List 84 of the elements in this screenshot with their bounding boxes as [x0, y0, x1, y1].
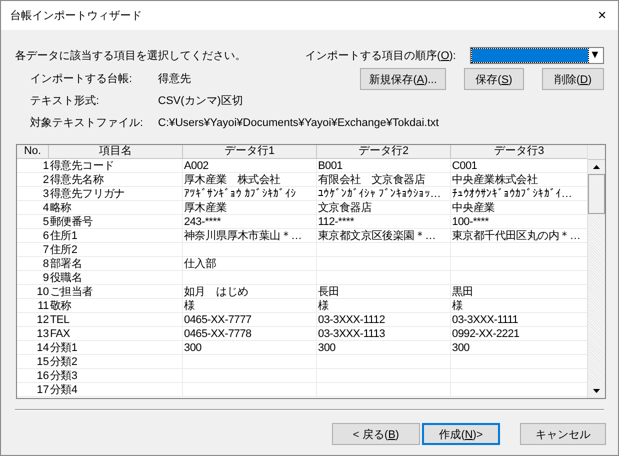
table-cell: 分類2 [49, 355, 183, 369]
table-cell: TEL [49, 313, 183, 327]
table-cell: 住所1 [49, 229, 183, 243]
row-number: 6 [17, 229, 49, 243]
table-cell: 仕入部 [183, 257, 317, 271]
order-label: インポートする項目の順序(O): [305, 48, 456, 62]
table-cell: 厚木産業 株式会社 [183, 173, 317, 187]
table-cell: 243-**** [183, 215, 317, 229]
default-button[interactable]: 作成(N)> [422, 423, 500, 445]
table-cell: 分類1 [49, 341, 183, 355]
scroll-thumb[interactable] [588, 174, 605, 214]
info-value: 得意先 [158, 72, 191, 87]
table-cell: 厚木産業 [183, 201, 317, 215]
info-value: C:¥Users¥Yayoi¥Documents¥Yayoi¥Exchange¥Tokdai.txt [158, 116, 439, 131]
order-button[interactable]: 新規保存(A)... [360, 68, 446, 90]
table-cell: 役職名 [49, 271, 183, 285]
table-cell: 部署名 [49, 257, 183, 271]
row-number: 4 [17, 201, 49, 215]
row-number: 14 [17, 341, 49, 355]
table-cell: 300 [317, 341, 451, 355]
row-number: 13 [17, 327, 49, 341]
window-title: 台帳インポートウィザード [10, 9, 142, 23]
table-cell: 分類4 [49, 383, 183, 397]
instruction-text: 各データに該当する項目を選択してください。 [15, 48, 246, 62]
table-cell: 様 [317, 299, 451, 313]
info-label: テキスト形式: [30, 94, 100, 109]
row-number: 8 [17, 257, 49, 271]
table-cell: 文京食器店 [317, 201, 451, 215]
table-cell: 0465-XX-7777 [183, 313, 317, 327]
scrollbar[interactable] [587, 145, 605, 398]
row-number: 15 [17, 355, 49, 369]
table-cell: 得意先名称 [49, 173, 183, 187]
row-number: 12 [17, 313, 49, 327]
table-cell: 長田 [317, 285, 451, 299]
table-cell: ご担当者 [49, 285, 183, 299]
column-header[interactable]: データ行3 [451, 145, 587, 159]
table-cell: 住所2 [49, 243, 183, 257]
scrollbar-corner [588, 145, 605, 160]
table-cell: A002 [183, 159, 317, 173]
table-cell: 様 [183, 299, 317, 313]
wizard-button[interactable]: キャンセル [520, 423, 606, 445]
table-cell: 得意先コード [49, 159, 183, 173]
order-button[interactable]: 削除(D) [542, 68, 604, 90]
row-number: 1 [17, 159, 49, 173]
close-button[interactable]: ✕ [594, 9, 610, 22]
scroll-up-icon [593, 165, 600, 169]
wizard-button[interactable]: < 戻る(B) [332, 423, 420, 445]
row-number: 5 [17, 215, 49, 229]
info-label: 対象テキストファイル: [30, 116, 144, 131]
table-cell: 如月 はじめ [183, 285, 317, 299]
order-button[interactable]: 保存(S) [464, 68, 524, 90]
column-header[interactable]: データ行1 [183, 145, 317, 159]
row-number: 7 [17, 243, 49, 257]
table-cell: 敬称 [49, 299, 183, 313]
table-cell: 神奈川県厚木市葉山＊… [183, 229, 317, 243]
scroll-down-icon [593, 389, 600, 393]
table-cell: B001 [317, 159, 451, 173]
column-header[interactable]: データ行2 [317, 145, 451, 159]
table-cell: 112-**** [317, 215, 451, 229]
table-cell: 東京都文京区後楽園＊… [317, 229, 451, 243]
table-cell: FAX [49, 327, 183, 341]
table-cell: 03-3XXX-1112 [317, 313, 451, 327]
row-number: 16 [17, 369, 49, 383]
row-number: 11 [17, 299, 49, 313]
table-cell: 得意先フリガナ [49, 187, 183, 201]
info-value: CSV(カンマ)区切 [158, 94, 243, 109]
table-cell: 郵便番号 [49, 215, 183, 229]
row-number: 17 [17, 383, 49, 397]
order-dropdown[interactable]: ▼ [470, 46, 604, 64]
table-cell: ﾕｳｹﾞﾝｶﾞｲｼｬ ﾌﾞﾝｷｮｳｼｮｯ… [317, 187, 451, 201]
info-label: インポートする台帳: [30, 72, 132, 87]
table-cell: 300 [183, 341, 317, 355]
row-number: 10 [17, 285, 49, 299]
row-number: 2 [17, 173, 49, 187]
table-cell: 03-3XXX-1113 [317, 327, 451, 341]
row-number: 9 [17, 271, 49, 285]
column-header[interactable]: 項目名 [49, 145, 183, 159]
table-cell: ｱﾂｷﾞｻﾝｷﾞｮｳ ｶﾌﾞｼｷｶﾞｲｼ [183, 187, 317, 201]
table-cell: 0465-XX-7778 [183, 327, 317, 341]
table-cell: 有限会社 文京食器店 [317, 173, 451, 187]
table-cell: 略称 [49, 201, 183, 215]
column-header[interactable]: No. [17, 145, 49, 159]
row-number: 3 [17, 187, 49, 201]
table-cell: 分類3 [49, 369, 183, 383]
